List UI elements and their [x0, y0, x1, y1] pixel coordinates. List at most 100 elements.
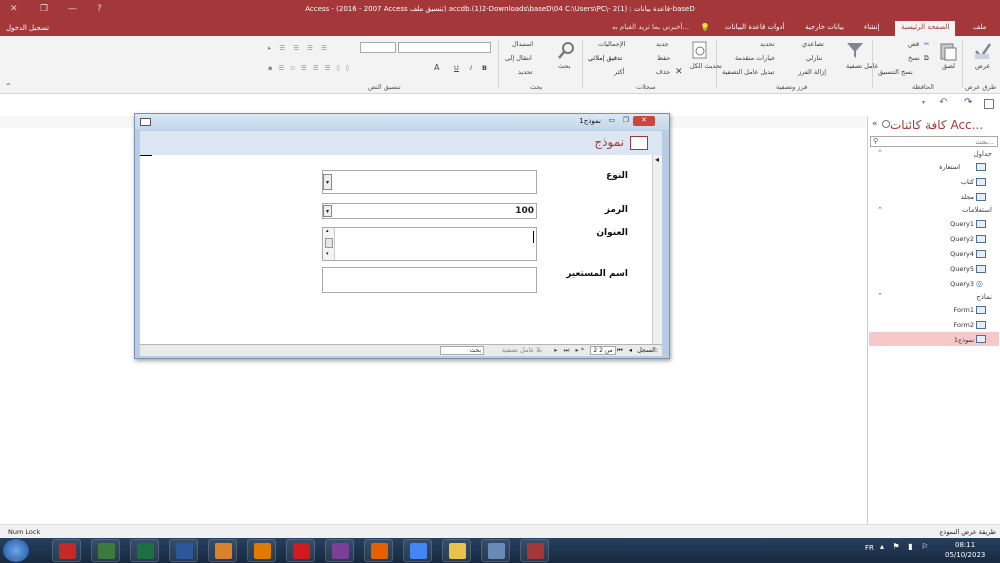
collapse-icon[interactable]: ⌃	[877, 292, 883, 300]
nav-item-query[interactable]: Query1	[950, 220, 974, 228]
taskbar-access[interactable]	[520, 539, 549, 562]
record-search-input[interactable]: بحث	[440, 346, 484, 355]
minimize-icon[interactable]: ▭	[608, 116, 615, 124]
underline-button[interactable]: U	[454, 64, 459, 72]
format-painter-button[interactable]: نسخ التنسيق	[878, 68, 913, 76]
remove-sort-button[interactable]: إزالة الفرز	[798, 68, 826, 76]
taskbar-explorer[interactable]	[442, 539, 471, 562]
restore-icon[interactable]: ❐	[623, 116, 629, 124]
chevron-down-icon[interactable]: ▾	[323, 205, 332, 217]
start-button[interactable]	[3, 539, 29, 562]
new-record-button[interactable]: جديد	[656, 40, 669, 48]
chevron-down-icon[interactable]: ▾	[323, 174, 332, 190]
replace-button[interactable]: استبدال	[512, 40, 533, 48]
tab-external-data[interactable]: بيانات خارجية	[805, 23, 844, 31]
code-combo[interactable]: 100 ▾	[322, 203, 537, 219]
taskbar-acrobat[interactable]	[52, 539, 81, 562]
language-indicator[interactable]: FR	[865, 544, 874, 552]
paste-button[interactable]: لصق	[942, 62, 955, 70]
font-size-combo[interactable]	[360, 42, 396, 53]
nav-item-query[interactable]: Query5	[950, 265, 974, 273]
tray-icons[interactable]: ▴ ⚑ ▮ ⚐	[880, 542, 931, 551]
taskbar-word[interactable]	[169, 539, 198, 562]
more-button[interactable]: أكثر	[614, 68, 624, 76]
view-icon[interactable]	[973, 41, 993, 61]
nav-item-query[interactable]: Query2	[950, 235, 974, 243]
help-icon[interactable]: ?	[97, 4, 102, 14]
view-button[interactable]: عرض	[975, 62, 990, 70]
nav-search-input[interactable]: بحث... ⚲	[870, 136, 998, 147]
nav-item-form[interactable]: نموذج1	[954, 336, 974, 344]
copy-button[interactable]: نسخ	[908, 54, 920, 62]
nav-group-tables[interactable]: جداول	[974, 150, 992, 158]
close-icon[interactable]: ✕	[633, 116, 655, 126]
scroll-up-icon[interactable]: ▴	[326, 228, 329, 234]
tab-database-tools[interactable]: أدوات قاعدة البيانات	[725, 23, 785, 31]
totals-button[interactable]: الإجماليات	[598, 40, 625, 48]
save-icon[interactable]	[984, 99, 994, 109]
nav-pane-title[interactable]: كافة كائنات Acc...	[890, 118, 983, 132]
nav-item-form[interactable]: Form2	[953, 321, 974, 329]
select-button[interactable]: تحديد	[518, 68, 533, 76]
toggle-filter-button[interactable]: تبديل عامل التصفية	[722, 68, 774, 76]
close-icon[interactable]: ✕	[10, 4, 18, 14]
taskbar-torrent[interactable]	[247, 539, 276, 562]
scroll-thumb[interactable]	[325, 238, 333, 248]
paste-icon[interactable]	[938, 41, 958, 61]
alignment-buttons[interactable]: ▪ ☰ ▫ ☰ ☰ ☰ ◊ ◊	[268, 64, 351, 72]
nav-item-table[interactable]: استعارة	[939, 163, 960, 171]
taskbar-excel[interactable]	[130, 539, 159, 562]
refresh-all-icon[interactable]	[690, 40, 710, 60]
nav-item-table[interactable]: مجلد	[961, 193, 974, 201]
nav-item-form[interactable]: Form1	[953, 306, 974, 314]
customize-qat-icon[interactable]: ▾	[922, 99, 925, 106]
taskbar-firefox[interactable]	[364, 539, 393, 562]
nav-first-prev-icon[interactable]: ⏮ ◂	[617, 346, 634, 355]
taskbar-opera[interactable]	[286, 539, 315, 562]
taskbar-paint[interactable]	[481, 539, 510, 562]
undo-icon[interactable]: ↶	[939, 97, 947, 108]
save-record-button[interactable]: حفظ	[657, 54, 670, 62]
italic-button[interactable]: I	[470, 64, 472, 72]
restore-icon[interactable]: ❐	[40, 4, 48, 14]
delete-record-button[interactable]: حذف	[656, 68, 670, 76]
find-icon[interactable]	[556, 40, 576, 60]
find-button[interactable]: بحث	[558, 62, 570, 70]
clock-date[interactable]: 05/10/2023	[945, 551, 985, 559]
selection-button[interactable]: تحديد	[760, 40, 775, 48]
nav-group-queries[interactable]: استعلامات	[962, 206, 992, 214]
collapse-icon[interactable]: ⌃	[877, 149, 883, 157]
nav-next-last-icon[interactable]: ▸ ⏭ ▸*	[554, 346, 586, 355]
filter-indicator[interactable]: بلا عامل تصفية	[502, 346, 542, 354]
font-color-button[interactable]: A	[434, 63, 439, 72]
goto-button[interactable]: انتقال إلى	[505, 54, 532, 62]
scrollbar[interactable]: ▴ ▾	[323, 228, 335, 260]
refresh-all-button[interactable]: تحديث الكل	[690, 62, 722, 70]
advanced-filter-button[interactable]: خيارات متقدمة	[735, 54, 775, 62]
taskbar-chrome[interactable]	[403, 539, 432, 562]
taskbar-winrar[interactable]	[325, 539, 354, 562]
tell-me-box[interactable]: أخبرني بما تريد القيام به...	[612, 23, 689, 31]
tab-file[interactable]: ملف	[973, 23, 986, 31]
nav-group-forms[interactable]: نماذج	[976, 293, 992, 301]
nav-item-query[interactable]: Query4	[950, 250, 974, 258]
type-combo[interactable]: ▾	[322, 170, 537, 194]
tab-home[interactable]: الصفحة الرئيسية	[895, 21, 956, 36]
shutter-bar-icon[interactable]: «	[872, 119, 878, 129]
nav-item-table[interactable]: كتاب	[961, 178, 974, 186]
borrower-name-field[interactable]	[322, 267, 537, 293]
redo-icon[interactable]: ↷	[964, 97, 972, 108]
sort-ascending-button[interactable]: تصاعدي	[802, 40, 824, 48]
sign-in-link[interactable]: تسجيل الدخول	[6, 24, 49, 32]
font-name-combo[interactable]	[398, 42, 491, 53]
clock-time[interactable]: 08:11	[955, 541, 975, 549]
spelling-button[interactable]: تدقيق إملائي	[588, 54, 622, 62]
address-textarea[interactable]: ▴ ▾	[322, 227, 537, 261]
nav-item-query[interactable]: Query3	[950, 280, 974, 288]
bold-button[interactable]: B	[482, 64, 487, 72]
nav-menu-icon[interactable]	[882, 120, 890, 128]
list-buttons[interactable]: ▸ ☰ ☰ ☰ ☰	[268, 44, 330, 52]
cut-button[interactable]: قص	[908, 40, 919, 48]
filter-button[interactable]: عامل تصفية	[846, 62, 879, 70]
scroll-down-icon[interactable]: ▾	[326, 251, 329, 257]
